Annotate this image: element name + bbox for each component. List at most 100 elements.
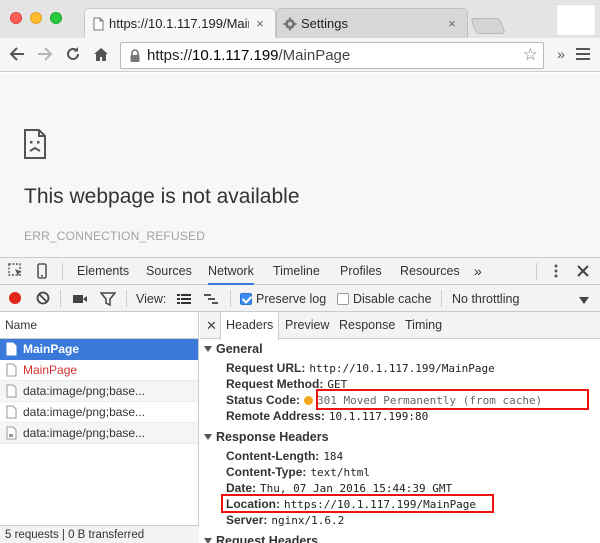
request-name: data:image/png;base... — [23, 384, 146, 398]
tab-resources[interactable]: Resources — [400, 258, 460, 285]
sad-page-icon — [24, 129, 46, 159]
tab-timing[interactable]: Timing — [405, 312, 442, 339]
request-row[interactable]: data:image/png;base... — [0, 381, 198, 402]
tab-sources[interactable]: Sources — [146, 258, 192, 285]
image-file-icon — [6, 426, 17, 440]
zoom-window-button[interactable] — [50, 12, 62, 24]
close-devtools-icon[interactable] — [575, 263, 591, 279]
menu-button[interactable] — [572, 43, 594, 65]
request-row[interactable]: MainPage — [0, 360, 198, 381]
divider — [62, 263, 63, 280]
header-key: Date: — [226, 481, 257, 495]
preserve-log-checkbox[interactable]: Preserve log — [240, 291, 326, 307]
tab-timeline[interactable]: Timeline — [273, 258, 320, 285]
header-key: Content-Length: — [226, 449, 320, 463]
disable-cache-checkbox[interactable]: Disable cache — [337, 291, 432, 307]
waterfall-view-icon[interactable] — [203, 291, 219, 307]
hamburger-menu-icon — [576, 48, 590, 60]
filter-icon[interactable] — [100, 291, 116, 307]
tab-profiles[interactable]: Profiles — [340, 258, 382, 285]
header-key: Server: — [226, 513, 268, 527]
tab-title: https://10.1.117.199/MainPage — [109, 16, 249, 31]
content-type-row: Content-Type: text/html — [226, 465, 370, 479]
header-key: Request URL: — [226, 361, 306, 375]
document-icon — [6, 405, 17, 419]
section-response-headers[interactable]: Response Headers — [204, 430, 329, 444]
tab-headers[interactable]: Headers — [220, 312, 280, 340]
close-icon[interactable]: × — [445, 16, 459, 31]
checkbox-unchecked[interactable] — [337, 293, 349, 305]
status-dot-icon — [304, 396, 314, 405]
header-key: Content-Type: — [226, 465, 307, 479]
header-key: Request Method: — [226, 377, 324, 391]
document-icon — [93, 17, 104, 31]
minimize-window-button[interactable] — [30, 12, 42, 24]
dropdown-arrow-icon[interactable] — [576, 292, 592, 308]
bookmark-star-icon[interactable]: ☆ — [523, 45, 538, 65]
reload-button[interactable] — [62, 43, 84, 65]
document-icon — [6, 342, 17, 356]
back-button[interactable] — [6, 43, 28, 65]
header-value: 10.1.117.199:80 — [328, 410, 429, 423]
content-length-row: Content-Length: 184 — [226, 449, 343, 463]
header-value: 184 — [323, 450, 344, 463]
tab-network[interactable]: Network — [208, 258, 254, 285]
error-title: This webpage is not available — [24, 185, 300, 208]
tab-strip: https://10.1.117.199/MainPage × Settings… — [0, 0, 600, 38]
header-value: nginx/1.6.2 — [271, 514, 345, 527]
list-view-icon[interactable] — [176, 291, 192, 307]
tab-settings[interactable]: Settings × — [276, 8, 468, 38]
request-url-row: Request URL: http://10.1.117.199/MainPage — [226, 361, 495, 375]
request-row[interactable]: data:image/png;base... — [0, 423, 198, 444]
header-key: Status Code: — [226, 393, 301, 407]
section-general[interactable]: General — [204, 342, 263, 356]
view-label: View: — [136, 292, 167, 306]
address-bar[interactable]: https://10.1.117.199/MainPage ☆ — [120, 42, 544, 69]
divider — [60, 290, 61, 307]
close-icon[interactable]: ✕ — [206, 318, 217, 334]
close-window-button[interactable] — [10, 12, 22, 24]
tab-preview[interactable]: Preview — [285, 312, 329, 339]
close-icon[interactable]: × — [253, 16, 267, 31]
kebab-menu-icon[interactable] — [548, 263, 564, 279]
url-path: /MainPage — [278, 47, 351, 64]
inspect-element-icon[interactable] — [8, 263, 24, 279]
divider — [536, 263, 537, 280]
record-icon[interactable] — [7, 290, 23, 306]
disable-cache-label: Disable cache — [353, 292, 432, 306]
arrow-left-icon — [9, 47, 24, 61]
request-row[interactable]: MainPage — [0, 339, 198, 360]
request-name: data:image/png;base... — [23, 426, 146, 440]
column-header-name[interactable]: Name — [0, 312, 198, 339]
request-name: data:image/png;base... — [23, 405, 146, 419]
new-tab-button[interactable] — [470, 18, 506, 34]
device-mode-icon[interactable] — [34, 263, 50, 279]
tab-mainpage[interactable]: https://10.1.117.199/MainPage × — [84, 8, 276, 38]
checkbox-checked[interactable] — [240, 293, 252, 305]
section-request-headers[interactable]: Request Headers — [204, 534, 318, 543]
tab-response[interactable]: Response — [339, 312, 395, 339]
highlight-location — [221, 494, 494, 513]
request-row[interactable]: data:image/png;base... — [0, 402, 198, 423]
preserve-log-label: Preserve log — [256, 292, 327, 306]
gear-icon — [283, 17, 297, 31]
header-value: http://10.1.117.199/MainPage — [309, 362, 495, 375]
extensions-overflow-button[interactable]: » — [550, 43, 572, 65]
server-row: Server: nginx/1.6.2 — [226, 513, 344, 527]
profile-area[interactable] — [556, 4, 596, 36]
document-icon — [6, 363, 17, 377]
video-camera-icon[interactable] — [72, 291, 88, 307]
throttling-select[interactable]: No throttling — [452, 291, 519, 307]
clear-icon[interactable] — [35, 290, 51, 306]
home-button[interactable] — [90, 43, 112, 65]
tab-elements[interactable]: Elements — [77, 258, 129, 285]
error-code: ERR_CONNECTION_REFUSED — [24, 229, 206, 243]
url-host: 10.1.117.199 — [192, 47, 279, 64]
header-key: Remote Address: — [226, 409, 325, 423]
request-name: MainPage — [23, 342, 80, 356]
status-summary: 5 requests | 0 B transferred — [0, 525, 199, 543]
home-icon — [94, 47, 108, 61]
forward-button[interactable] — [34, 43, 56, 65]
more-tabs-button[interactable]: » — [474, 258, 482, 285]
devtools-tabbar: Elements Sources Network Timeline Profil… — [0, 257, 600, 285]
